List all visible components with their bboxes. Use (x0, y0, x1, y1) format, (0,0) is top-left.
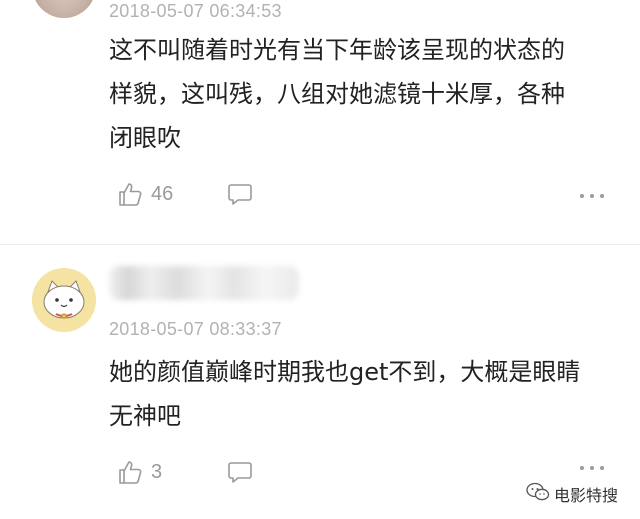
more-dots-icon (580, 466, 604, 470)
comment-bubble-icon (228, 462, 252, 483)
comment-text-line: 无神吧 (109, 402, 181, 430)
like-button[interactable]: 3 (117, 457, 187, 487)
reply-button[interactable] (227, 459, 253, 485)
avatar[interactable] (32, 0, 96, 18)
comment-timestamp: 2018-05-07 06:34:53 (109, 1, 282, 21)
more-button[interactable] (578, 459, 606, 471)
cat-avatar-icon (32, 268, 96, 332)
like-count: 46 (151, 183, 174, 205)
avatar[interactable] (32, 268, 96, 332)
username-redacted (109, 266, 299, 300)
comment-bubble-icon (228, 184, 252, 205)
thumbs-up-icon (119, 461, 142, 484)
divider (0, 244, 640, 245)
wechat-icon (526, 482, 550, 501)
comment-text: 这不叫随着时光有当下年龄该呈现的状态的 样貌，这叫残，八组对她滤镜十米厚，各种 … (109, 28, 619, 160)
comment-text-line: 闭眼吹 (109, 124, 181, 152)
reply-button[interactable] (227, 181, 253, 207)
like-count: 3 (151, 461, 163, 483)
comment-text-line: 样貌，这叫残，八组对她滤镜十米厚，各种 (109, 80, 565, 108)
more-dots-icon (580, 194, 604, 198)
comment-actions: 46 (109, 179, 619, 209)
comment-timestamp: 2018-05-07 08:33:37 (109, 319, 282, 339)
comment-text: 她的颜值巅峰时期我也get不到，大概是眼睛 无神吧 (109, 350, 619, 438)
watermark-label: 电影特搜 (554, 486, 619, 505)
comment-text-line: 她的颜值巅峰时期我也get不到，大概是眼睛 (109, 358, 581, 386)
comment-text-line: 这不叫随着时光有当下年龄该呈现的状态的 (109, 36, 565, 64)
more-button[interactable] (578, 187, 606, 199)
thumbs-up-icon (119, 183, 142, 206)
like-button[interactable]: 46 (117, 179, 187, 209)
